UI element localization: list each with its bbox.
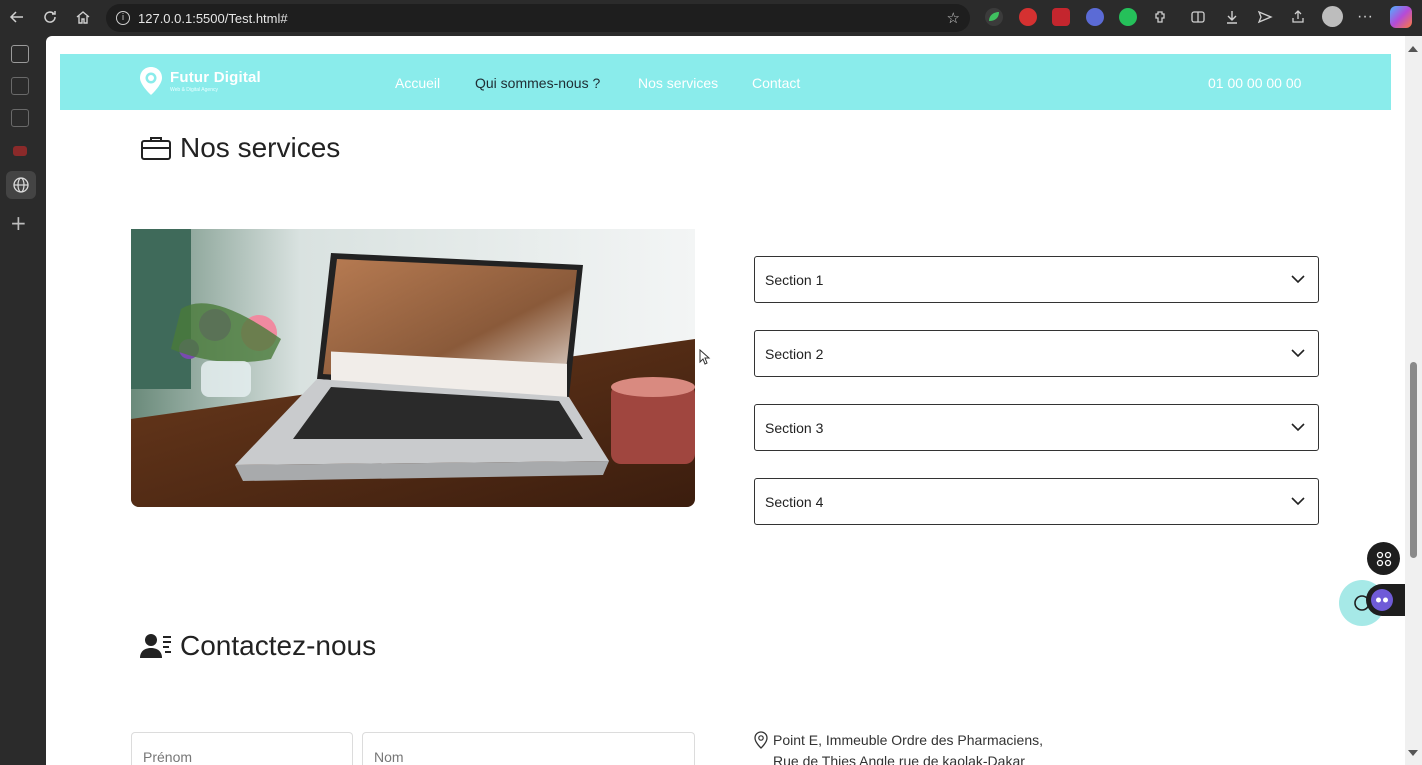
assistant-widget[interactable] <box>1366 584 1405 616</box>
address-bar[interactable]: i 127.0.0.1:5500/Test.html# ☆ <box>106 4 970 32</box>
extension-leaf-icon[interactable] <box>985 8 1003 26</box>
browser-toolbar: i 127.0.0.1:5500/Test.html# ☆ ··· <box>0 0 1422 36</box>
chevron-down-icon <box>1291 423 1305 432</box>
extensions-icon[interactable] <box>1150 6 1172 28</box>
extension-bot-icon[interactable] <box>1086 8 1104 26</box>
lastname-field[interactable]: Nom <box>362 732 695 765</box>
section-label: Section 3 <box>765 419 824 436</box>
send-icon[interactable] <box>1254 6 1276 28</box>
back-icon[interactable] <box>6 6 28 28</box>
scroll-down-arrow-icon[interactable] <box>1408 750 1418 756</box>
contact-title: Contactez-nous <box>180 630 377 661</box>
bot-icon <box>1371 589 1393 611</box>
browser-sidebar: + <box>0 36 46 765</box>
new-tab-icon[interactable]: + <box>10 211 27 235</box>
download-icon[interactable] <box>1221 6 1243 28</box>
more-menu-icon[interactable]: ··· <box>1354 6 1376 28</box>
tab-icon[interactable] <box>11 109 29 127</box>
services-heading: Nos services <box>140 132 340 164</box>
services-title: Nos services <box>180 132 341 163</box>
accordion-section-3[interactable]: Section 3 <box>754 404 1319 451</box>
site-logo[interactable]: Futur Digital Web & Digital Agency <box>138 66 261 96</box>
chevron-down-icon <box>1291 275 1305 284</box>
share-icon[interactable] <box>1287 6 1309 28</box>
nav-link-nos-services[interactable]: Nos services <box>638 75 718 91</box>
logo-title: Futur Digital <box>170 69 261 86</box>
command-fab[interactable] <box>1367 542 1400 575</box>
nav-link-contact[interactable]: Contact <box>752 75 800 91</box>
section-label: Section 2 <box>765 345 824 362</box>
contact-heading: Contactez-nous <box>140 630 376 662</box>
whatsapp-icon[interactable] <box>1119 8 1137 26</box>
split-screen-icon[interactable] <box>1187 6 1209 28</box>
nav-link-qui-sommes-nous[interactable]: Qui sommes-nous ? <box>475 75 600 91</box>
phone-number[interactable]: 01 00 00 00 00 <box>1208 75 1301 91</box>
site-info-icon[interactable]: i <box>116 11 130 25</box>
adblock-icon[interactable] <box>1052 8 1070 26</box>
profile-avatar[interactable] <box>1322 6 1343 27</box>
briefcase-icon <box>141 137 171 160</box>
extension-red-icon[interactable] <box>1019 8 1037 26</box>
chevron-down-icon <box>1291 497 1305 506</box>
scroll-thumb[interactable] <box>1410 362 1417 558</box>
reload-icon[interactable] <box>39 6 61 28</box>
copilot-icon[interactable] <box>1390 6 1412 28</box>
location-pin-logo-icon <box>138 66 164 96</box>
nav-link-accueil[interactable]: Accueil <box>395 75 440 91</box>
address-line-2: Rue de Thies Angle rue de kaolak-Dakar <box>773 753 1025 765</box>
tab-actions-icon[interactable] <box>11 45 29 63</box>
accordion-section-1[interactable]: Section 1 <box>754 256 1319 303</box>
location-pin-icon <box>754 731 768 749</box>
command-icon <box>1376 551 1391 566</box>
accordion-section-2[interactable]: Section 2 <box>754 330 1319 377</box>
active-tab[interactable] <box>6 171 36 199</box>
mouse-cursor-icon <box>699 349 711 365</box>
chevron-down-icon <box>1291 349 1305 358</box>
tab-icon[interactable] <box>11 77 29 95</box>
favorite-star-icon[interactable]: ☆ <box>947 9 960 27</box>
lastname-placeholder: Nom <box>374 749 404 765</box>
tab-icon[interactable] <box>13 146 27 156</box>
globe-icon <box>13 177 29 193</box>
logo-subtitle: Web & Digital Agency <box>170 87 218 93</box>
page-viewport: Futur Digital Web & Digital Agency Accue… <box>46 36 1405 765</box>
scroll-up-arrow-icon[interactable] <box>1408 46 1418 52</box>
home-icon[interactable] <box>72 6 94 28</box>
section-label: Section 4 <box>765 493 824 510</box>
firstname-placeholder: Prénom <box>143 749 193 765</box>
address-line-1: Point E, Immeuble Ordre des Pharmaciens, <box>773 732 1044 748</box>
services-photo <box>131 229 695 507</box>
contact-list-icon <box>140 634 171 658</box>
section-label: Section 1 <box>765 271 824 288</box>
firstname-field[interactable]: Prénom <box>131 732 353 765</box>
site-navbar: Futur Digital Web & Digital Agency Accue… <box>60 54 1391 110</box>
accordion-section-4[interactable]: Section 4 <box>754 478 1319 525</box>
url-text: 127.0.0.1:5500/Test.html# <box>138 10 288 26</box>
page-scrollbar[interactable] <box>1405 36 1422 765</box>
